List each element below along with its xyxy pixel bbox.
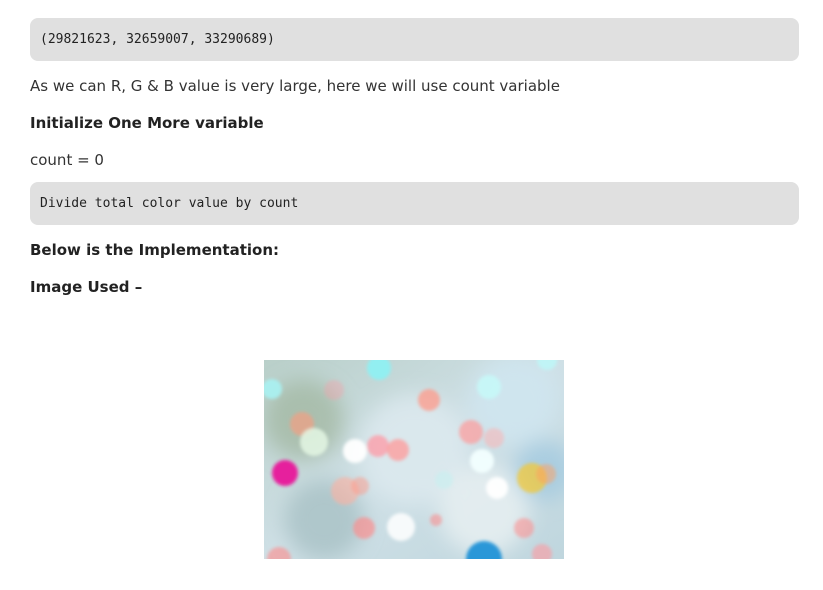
bokeh-image [264, 360, 564, 559]
paragraph-large-values: As we can R, G & B value is very large, … [30, 77, 560, 95]
heading-initialize-variable: Initialize One More variable [30, 114, 264, 132]
heading-implementation: Below is the Implementation: [30, 241, 280, 259]
code-block-divide: Divide total color value by count [30, 182, 799, 225]
heading-image-used: Image Used – [30, 278, 143, 296]
paragraph-count-init: count = 0 [30, 151, 104, 169]
code-block-output: (29821623, 32659007, 33290689) [30, 18, 799, 61]
